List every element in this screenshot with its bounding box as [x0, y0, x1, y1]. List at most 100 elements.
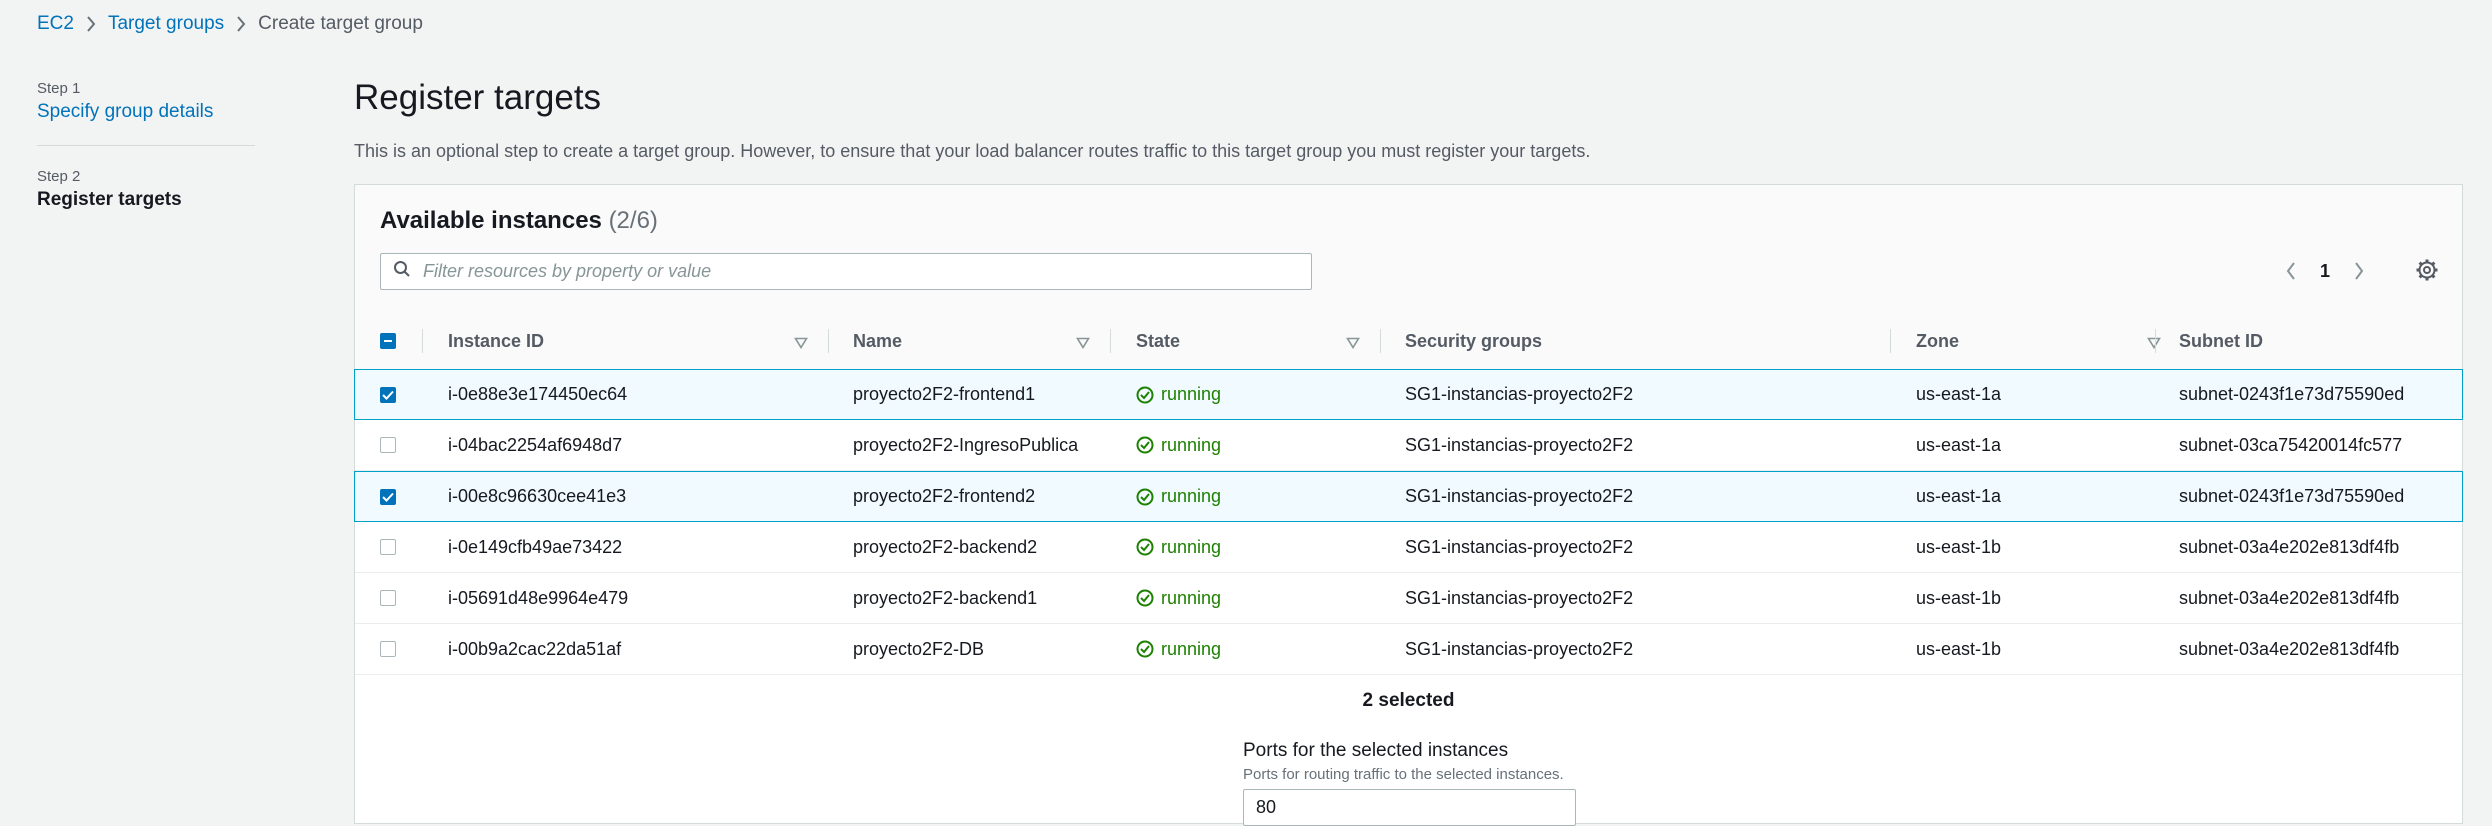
column-divider	[1380, 329, 1381, 353]
state-label: running	[1161, 434, 1222, 455]
check-circle-icon	[1136, 538, 1161, 556]
column-header-state[interactable]: State	[1136, 313, 1380, 369]
select-all-checkbox[interactable]	[380, 333, 396, 349]
breadcrumb-target-groups[interactable]: Target groups	[108, 13, 224, 35]
column-label: Instance ID	[448, 330, 545, 351]
ports-label: Ports for the selected instances	[1243, 740, 1509, 761]
step-divider	[37, 145, 255, 146]
panel-header: Available instances (2/6) 1	[355, 185, 2462, 313]
instance-state: running	[1136, 472, 1221, 521]
page-number[interactable]: 1	[2305, 261, 2345, 282]
instance-name: proyecto2F2-DB	[853, 638, 985, 659]
panel-title: Available instances (2/6)	[380, 207, 658, 235]
column-header-subnet-id[interactable]: Subnet ID	[2179, 313, 2459, 369]
state-label: running	[1161, 384, 1222, 404]
select-all-cell	[380, 313, 396, 369]
zone: us-east-1b	[1916, 536, 2002, 557]
table-header: Instance ID Name State Security groups Z…	[355, 313, 2462, 370]
table-row[interactable]: i-0e149cfb49ae73422 proyecto2F2-backend2 r…	[355, 522, 2462, 573]
instance-name: proyecto2F2-frontend1	[853, 384, 1036, 404]
table-row[interactable]: i-0e88e3e174450ec64 proyecto2F2-frontend1…	[354, 369, 2463, 420]
table-row[interactable]: i-05691d48e9964e479 proyecto2F2-backend1 r…	[355, 573, 2462, 624]
security-group: SG1-instancias-proyecto2F2	[1405, 486, 1634, 506]
page-description: This is an optional step to create a tar…	[354, 141, 1591, 161]
search-input-wrapper[interactable]	[380, 253, 1312, 290]
gear-icon[interactable]	[2415, 258, 2439, 287]
table-row[interactable]: i-04bac2254af6948d7 proyecto2F2-IngresoPu…	[355, 420, 2462, 471]
security-group: SG1-instancias-proyecto2F2	[1405, 638, 1634, 659]
column-divider	[1890, 329, 1891, 353]
row-checkbox[interactable]	[380, 539, 396, 555]
column-header-name[interactable]: Name	[853, 313, 1110, 369]
available-instances-panel: Available instances (2/6) 1	[354, 184, 2463, 826]
breadcrumb-current: Create target group	[258, 13, 423, 34]
subnet-id: subnet-03a4e202e813df4fb	[2179, 536, 2400, 557]
instance-name: proyecto2F2-backend2	[853, 536, 1038, 557]
column-label: State	[1136, 330, 1181, 351]
step-2-current: Register targets	[37, 189, 182, 210]
subnet-id: subnet-03a4e202e813df4fb	[2179, 638, 2400, 659]
column-divider	[1110, 329, 1111, 353]
instance-name: proyecto2F2-frontend2	[853, 486, 1036, 506]
ports-field: Ports for the selected instances Ports f…	[1243, 740, 1576, 826]
step-1-link[interactable]: Specify group details	[37, 101, 255, 123]
state-label: running	[1161, 486, 1222, 506]
column-divider	[422, 329, 423, 353]
zone: us-east-1b	[1916, 638, 2002, 659]
subnet-id: subnet-0243f1e73d75590ed	[2179, 384, 2405, 404]
column-header-instance-id[interactable]: Instance ID	[448, 313, 828, 369]
table-row[interactable]: i-00e8c96630cee41e3 proyecto2F2-frontend2…	[354, 471, 2463, 522]
search-icon	[381, 260, 411, 283]
chevron-right-icon[interactable]	[2345, 261, 2373, 281]
security-group: SG1-instancias-proyecto2F2	[1405, 536, 1634, 557]
column-label: Subnet ID	[2179, 330, 2263, 351]
column-header-security-groups[interactable]: Security groups	[1405, 313, 1905, 369]
chevron-right-icon	[224, 15, 258, 33]
column-header-zone[interactable]: Zone	[1916, 313, 2181, 369]
instance-name: proyecto2F2-backend1	[853, 587, 1038, 608]
row-select-cell	[380, 624, 396, 674]
column-label: Security groups	[1405, 330, 1543, 351]
caret-down-icon	[2147, 333, 2161, 354]
caret-down-icon	[1076, 333, 1090, 354]
ports-input[interactable]	[1243, 789, 1576, 826]
state-label: running	[1161, 638, 1222, 659]
column-divider	[2155, 329, 2156, 353]
instance-id: i-00b9a2cac22da51af	[448, 638, 622, 659]
zone: us-east-1b	[1916, 587, 2002, 608]
pagination: 1	[2277, 255, 2373, 287]
zone: us-east-1a	[1916, 486, 2002, 506]
check-circle-icon	[1136, 488, 1161, 506]
row-checkbox[interactable]	[380, 590, 396, 606]
row-checkbox[interactable]	[380, 641, 396, 657]
panel-title-text: Available instances	[380, 207, 602, 234]
row-checkbox[interactable]	[380, 488, 396, 505]
instance-state: running	[1136, 573, 1221, 623]
zone: us-east-1a	[1916, 434, 2002, 455]
instance-state: running	[1136, 420, 1221, 470]
search-input[interactable]	[421, 260, 1285, 283]
chevron-left-icon[interactable]	[2277, 261, 2305, 281]
row-checkbox[interactable]	[380, 386, 396, 403]
instance-id: i-04bac2254af6948d7	[448, 434, 623, 455]
row-checkbox[interactable]	[380, 437, 396, 453]
check-circle-icon	[1136, 589, 1161, 607]
instance-id: i-0e88e3e174450ec64	[448, 384, 628, 404]
state-label: running	[1161, 536, 1222, 557]
subnet-id: subnet-0243f1e73d75590ed	[2179, 486, 2405, 506]
selected-count: 2 selected	[1362, 690, 1455, 711]
breadcrumb: EC2 Target groups Create target group	[37, 12, 423, 36]
subnet-id: subnet-03ca75420014fc577	[2179, 434, 2403, 455]
column-divider	[828, 329, 829, 353]
row-select-cell	[380, 472, 396, 521]
security-group: SG1-instancias-proyecto2F2	[1405, 434, 1634, 455]
zone: us-east-1a	[1916, 384, 2002, 404]
chevron-right-icon	[74, 15, 108, 33]
instance-name: proyecto2F2-IngresoPublica	[853, 434, 1079, 455]
caret-down-icon	[794, 333, 808, 354]
table-row[interactable]: i-00b9a2cac22da51af proyecto2F2-DB running…	[355, 624, 2462, 675]
breadcrumb-ec2[interactable]: EC2	[37, 13, 74, 35]
state-label: running	[1161, 587, 1222, 608]
step-1-label: Step 1	[37, 80, 81, 97]
security-group: SG1-instancias-proyecto2F2	[1405, 587, 1634, 608]
